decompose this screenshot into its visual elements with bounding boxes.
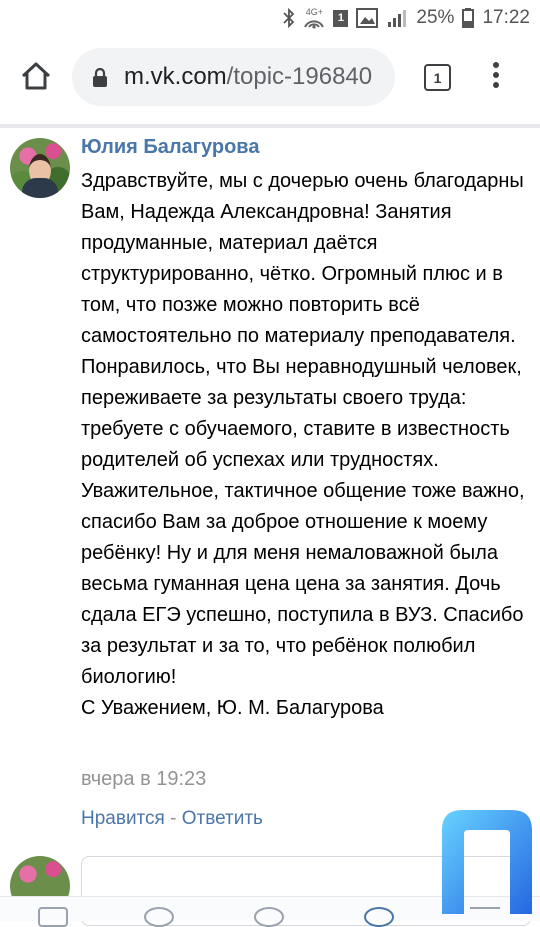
like-link[interactable]: Нравится <box>81 808 165 829</box>
signal-strength-icon <box>386 8 408 28</box>
sim-icon: 1 <box>333 9 349 27</box>
actions-separator: - <box>164 808 182 829</box>
nav-messages-icon[interactable] <box>254 907 284 927</box>
comment-actions: Нравится - Ответить <box>81 808 263 830</box>
comment-timestamp[interactable]: вчера в 19:23 <box>81 768 206 791</box>
battery-icon <box>462 8 475 28</box>
network-type-label: 4G+ <box>305 6 324 17</box>
nav-notifications-icon[interactable] <box>364 907 394 927</box>
tab-switcher-button[interactable]: 1 <box>424 64 451 91</box>
browser-toolbar: m.vk.com/topic-196840 1 <box>0 36 540 120</box>
comment-text: Здравствуйте, мы с дочерью очень благода… <box>81 166 531 724</box>
bluetooth-icon <box>283 8 295 28</box>
comment-body: Здравствуйте, мы с дочерью очень благода… <box>81 170 525 719</box>
network-signal-icon: 4G+ <box>303 6 325 29</box>
nav-search-icon[interactable] <box>144 907 174 927</box>
battery-percent: 25% <box>416 7 455 28</box>
url-text: m.vk.com/topic-196840 <box>124 63 372 91</box>
address-bar[interactable]: m.vk.com/topic-196840 <box>72 48 395 106</box>
avatar[interactable] <box>10 138 70 198</box>
nav-feed-icon[interactable] <box>38 907 68 927</box>
home-icon[interactable] <box>18 58 54 94</box>
status-bar: 4G+ 1 25% 17:22 <box>0 0 540 36</box>
url-domain: m.vk.com <box>124 63 227 90</box>
comment-author[interactable]: Юлия Балагурова <box>81 136 259 159</box>
clock: 17:22 <box>482 7 530 28</box>
watermark-logo-icon <box>440 808 534 914</box>
reply-link[interactable]: Ответить <box>182 808 263 829</box>
overflow-menu-icon[interactable] <box>488 62 504 94</box>
url-path: /topic-196840 <box>226 63 373 90</box>
topic-divider <box>0 124 540 128</box>
image-notification-icon <box>356 8 379 28</box>
lock-icon <box>92 67 108 87</box>
